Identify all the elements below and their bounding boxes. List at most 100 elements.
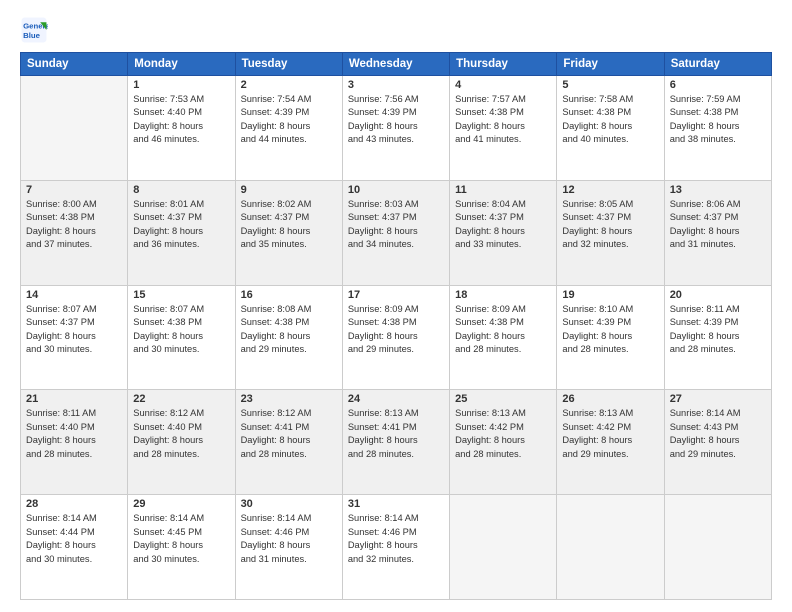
calendar-cell: 6 Sunrise: 7:59 AMSunset: 4:38 PMDaylight…	[664, 76, 771, 181]
day-number: 31	[348, 498, 444, 510]
calendar-week-row: 7 Sunrise: 8:00 AMSunset: 4:38 PMDaylight…	[21, 180, 772, 285]
calendar-cell: 23 Sunrise: 8:12 AMSunset: 4:41 PMDayligh…	[235, 390, 342, 495]
calendar-cell: 4 Sunrise: 7:57 AMSunset: 4:38 PMDaylight…	[450, 76, 557, 181]
calendar-cell: 9 Sunrise: 8:02 AMSunset: 4:37 PMDaylight…	[235, 180, 342, 285]
day-info: Sunrise: 7:53 AMSunset: 4:40 PMDaylight:…	[133, 93, 229, 147]
day-number: 14	[26, 289, 122, 301]
day-number: 8	[133, 184, 229, 196]
day-info: Sunrise: 8:04 AMSunset: 4:37 PMDaylight:…	[455, 198, 551, 252]
day-info: Sunrise: 8:11 AMSunset: 4:39 PMDaylight:…	[670, 303, 766, 357]
calendar-week-row: 1 Sunrise: 7:53 AMSunset: 4:40 PMDaylight…	[21, 76, 772, 181]
day-number: 4	[455, 79, 551, 91]
day-info: Sunrise: 8:14 AMSunset: 4:44 PMDaylight:…	[26, 512, 122, 566]
day-number: 24	[348, 393, 444, 405]
calendar-cell: 2Sunrise: 7:54 AMSunset: 4:39 PMDaylight…	[235, 76, 342, 181]
day-number: 13	[670, 184, 766, 196]
day-info: Sunrise: 7:54 AMSunset: 4:39 PMDaylight:…	[241, 93, 337, 147]
calendar-cell: 18Sunrise: 8:09 AMSunset: 4:38 PMDayligh…	[450, 285, 557, 390]
day-info: Sunrise: 8:01 AMSunset: 4:37 PMDaylight:…	[133, 198, 229, 252]
day-info: Sunrise: 8:12 AMSunset: 4:40 PMDaylight:…	[133, 407, 229, 461]
calendar-cell: 25 Sunrise: 8:13 AMSunset: 4:42 PMDayligh…	[450, 390, 557, 495]
day-number: 7	[26, 184, 122, 196]
day-info: Sunrise: 7:57 AMSunset: 4:38 PMDaylight:…	[455, 93, 551, 147]
day-number: 20	[670, 289, 766, 301]
calendar-cell: 26 Sunrise: 8:13 AMSunset: 4:42 PMDayligh…	[557, 390, 664, 495]
day-number: 11	[455, 184, 551, 196]
calendar-cell: 16 Sunrise: 8:08 AMSunset: 4:38 PMDayligh…	[235, 285, 342, 390]
day-info: Sunrise: 8:08 AMSunset: 4:38 PMDaylight:…	[241, 303, 337, 357]
day-info: Sunrise: 7:59 AMSunset: 4:38 PMDaylight:…	[670, 93, 766, 147]
day-number: 30	[241, 498, 337, 510]
weekday-header-thursday: Thursday	[450, 53, 557, 76]
day-number: 6	[670, 79, 766, 91]
day-number: 19	[562, 289, 658, 301]
calendar-table: SundayMondayTuesdayWednesdayThursdayFrid…	[20, 52, 772, 600]
day-info: Sunrise: 8:14 AMSunset: 4:43 PMDaylight:…	[670, 407, 766, 461]
day-info: Sunrise: 8:03 AMSunset: 4:37 PMDaylight:…	[348, 198, 444, 252]
calendar-cell: 19 Sunrise: 8:10 AMSunset: 4:39 PMDayligh…	[557, 285, 664, 390]
calendar-cell: 8 Sunrise: 8:01 AMSunset: 4:37 PMDaylight…	[128, 180, 235, 285]
calendar-cell: 14 Sunrise: 8:07 AMSunset: 4:37 PMDayligh…	[21, 285, 128, 390]
day-number: 16	[241, 289, 337, 301]
day-info: Sunrise: 8:06 AMSunset: 4:37 PMDaylight:…	[670, 198, 766, 252]
weekday-header-row: SundayMondayTuesdayWednesdayThursdayFrid…	[21, 53, 772, 76]
day-info: Sunrise: 8:14 AMSunset: 4:46 PMDaylight:…	[348, 512, 444, 566]
calendar-cell	[557, 495, 664, 600]
logo-icon: General Blue	[20, 16, 48, 44]
day-info: Sunrise: 8:14 AMSunset: 4:45 PMDaylight:…	[133, 512, 229, 566]
day-number: 29	[133, 498, 229, 510]
calendar-cell: 29 Sunrise: 8:14 AMSunset: 4:45 PMDayligh…	[128, 495, 235, 600]
weekday-header-monday: Monday	[128, 53, 235, 76]
day-number: 23	[241, 393, 337, 405]
day-number: 9	[241, 184, 337, 196]
calendar-week-row: 28 Sunrise: 8:14 AMSunset: 4:44 PMDayligh…	[21, 495, 772, 600]
day-info: Sunrise: 8:00 AMSunset: 4:38 PMDaylight:…	[26, 198, 122, 252]
calendar-cell: 20 Sunrise: 8:11 AMSunset: 4:39 PMDayligh…	[664, 285, 771, 390]
weekday-header-wednesday: Wednesday	[342, 53, 449, 76]
calendar-week-row: 21Sunrise: 8:11 AMSunset: 4:40 PMDayligh…	[21, 390, 772, 495]
calendar-cell: 30 Sunrise: 8:14 AMSunset: 4:46 PMDayligh…	[235, 495, 342, 600]
day-info: Sunrise: 7:58 AMSunset: 4:38 PMDaylight:…	[562, 93, 658, 147]
calendar-cell: 22Sunrise: 8:12 AMSunset: 4:40 PMDayligh…	[128, 390, 235, 495]
calendar-cell: 10Sunrise: 8:03 AMSunset: 4:37 PMDayligh…	[342, 180, 449, 285]
day-number: 12	[562, 184, 658, 196]
weekday-header-saturday: Saturday	[664, 53, 771, 76]
day-number: 3	[348, 79, 444, 91]
calendar-cell: 24 Sunrise: 8:13 AMSunset: 4:41 PMDayligh…	[342, 390, 449, 495]
calendar-cell: 13 Sunrise: 8:06 AMSunset: 4:37 PMDayligh…	[664, 180, 771, 285]
calendar-cell: 21Sunrise: 8:11 AMSunset: 4:40 PMDayligh…	[21, 390, 128, 495]
day-info: Sunrise: 7:56 AMSunset: 4:39 PMDaylight:…	[348, 93, 444, 147]
day-number: 28	[26, 498, 122, 510]
calendar-cell: 28 Sunrise: 8:14 AMSunset: 4:44 PMDayligh…	[21, 495, 128, 600]
calendar-cell	[664, 495, 771, 600]
day-info: Sunrise: 8:11 AMSunset: 4:40 PMDaylight:…	[26, 407, 122, 461]
day-info: Sunrise: 8:13 AMSunset: 4:42 PMDaylight:…	[562, 407, 658, 461]
weekday-header-tuesday: Tuesday	[235, 53, 342, 76]
day-number: 25	[455, 393, 551, 405]
calendar-cell: 27 Sunrise: 8:14 AMSunset: 4:43 PMDayligh…	[664, 390, 771, 495]
logo: General Blue	[20, 16, 48, 44]
day-number: 26	[562, 393, 658, 405]
header: General Blue	[20, 16, 772, 44]
day-info: Sunrise: 8:07 AMSunset: 4:37 PMDaylight:…	[26, 303, 122, 357]
calendar-cell	[21, 76, 128, 181]
day-info: Sunrise: 8:13 AMSunset: 4:41 PMDaylight:…	[348, 407, 444, 461]
svg-text:Blue: Blue	[23, 31, 41, 40]
weekday-header-sunday: Sunday	[21, 53, 128, 76]
day-number: 1	[133, 79, 229, 91]
day-info: Sunrise: 8:12 AMSunset: 4:41 PMDaylight:…	[241, 407, 337, 461]
day-info: Sunrise: 8:13 AMSunset: 4:42 PMDaylight:…	[455, 407, 551, 461]
calendar-cell: 15Sunrise: 8:07 AMSunset: 4:38 PMDayligh…	[128, 285, 235, 390]
calendar-cell: 1 Sunrise: 7:53 AMSunset: 4:40 PMDaylight…	[128, 76, 235, 181]
day-info: Sunrise: 8:02 AMSunset: 4:37 PMDaylight:…	[241, 198, 337, 252]
calendar-cell: 11 Sunrise: 8:04 AMSunset: 4:37 PMDayligh…	[450, 180, 557, 285]
day-info: Sunrise: 8:09 AMSunset: 4:38 PMDaylight:…	[455, 303, 551, 357]
day-number: 15	[133, 289, 229, 301]
day-info: Sunrise: 8:10 AMSunset: 4:39 PMDaylight:…	[562, 303, 658, 357]
calendar-cell: 31 Sunrise: 8:14 AMSunset: 4:46 PMDayligh…	[342, 495, 449, 600]
day-info: Sunrise: 8:14 AMSunset: 4:46 PMDaylight:…	[241, 512, 337, 566]
day-number: 27	[670, 393, 766, 405]
calendar-week-row: 14 Sunrise: 8:07 AMSunset: 4:37 PMDayligh…	[21, 285, 772, 390]
day-info: Sunrise: 8:05 AMSunset: 4:37 PMDaylight:…	[562, 198, 658, 252]
page: General Blue SundayMondayTuesdayWednesda…	[0, 0, 792, 612]
